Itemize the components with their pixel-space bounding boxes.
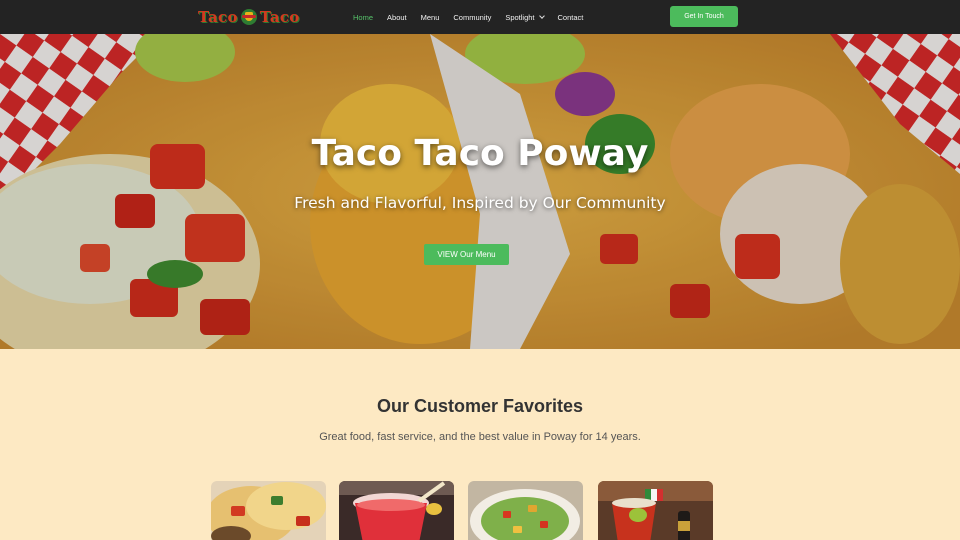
hero-section: Taco Taco Poway Fresh and Flavorful, Ins… [0, 34, 960, 349]
hero-subtitle: Fresh and Flavorful, Inspired by Our Com… [294, 194, 666, 212]
salad-bowl-photo [468, 481, 583, 540]
nav-item-spotlight-label: Spotlight [505, 12, 535, 22]
view-menu-button[interactable]: VIEW Our Menu [424, 244, 509, 265]
logo-emblem-icon [240, 9, 257, 25]
favorites-subtitle: Great food, fast service, and the best v… [319, 431, 641, 443]
favorite-card-tacos[interactable] [211, 481, 326, 540]
chevron-down-icon [538, 12, 545, 19]
favorites-title: Our Customer Favorites [376, 396, 584, 416]
nav-item-spotlight[interactable]: Spotlight [505, 12, 545, 22]
favorite-card-michelada[interactable] [598, 481, 713, 540]
nav-item-contact[interactable]: Contact [558, 13, 584, 22]
hero-title: Taco Taco Poway [311, 133, 649, 174]
tacos-plate-photo [211, 481, 326, 540]
nav-item-about[interactable]: About [387, 13, 407, 22]
logo-text-right: Taco [259, 8, 300, 26]
nav-item-community[interactable]: Community [453, 13, 491, 22]
hero-overlay [0, 34, 960, 349]
get-in-touch-button[interactable]: Get In Touch [670, 6, 738, 27]
favorite-card-drink[interactable] [339, 481, 454, 540]
logo-text-left: Taco [198, 8, 238, 26]
michelada-with-flag-photo [598, 481, 713, 540]
nav-item-menu[interactable]: Menu [421, 13, 440, 22]
site-logo[interactable]: Taco Taco [198, 7, 300, 27]
main-menu: Home About Menu Community Spotlight Cont… [353, 0, 597, 34]
favorite-card-salad[interactable] [468, 481, 583, 540]
red-drink-photo [339, 481, 454, 540]
nav-item-home[interactable]: Home [353, 13, 373, 22]
top-nav: Taco Taco Home About Menu Community Spot… [0, 0, 960, 34]
